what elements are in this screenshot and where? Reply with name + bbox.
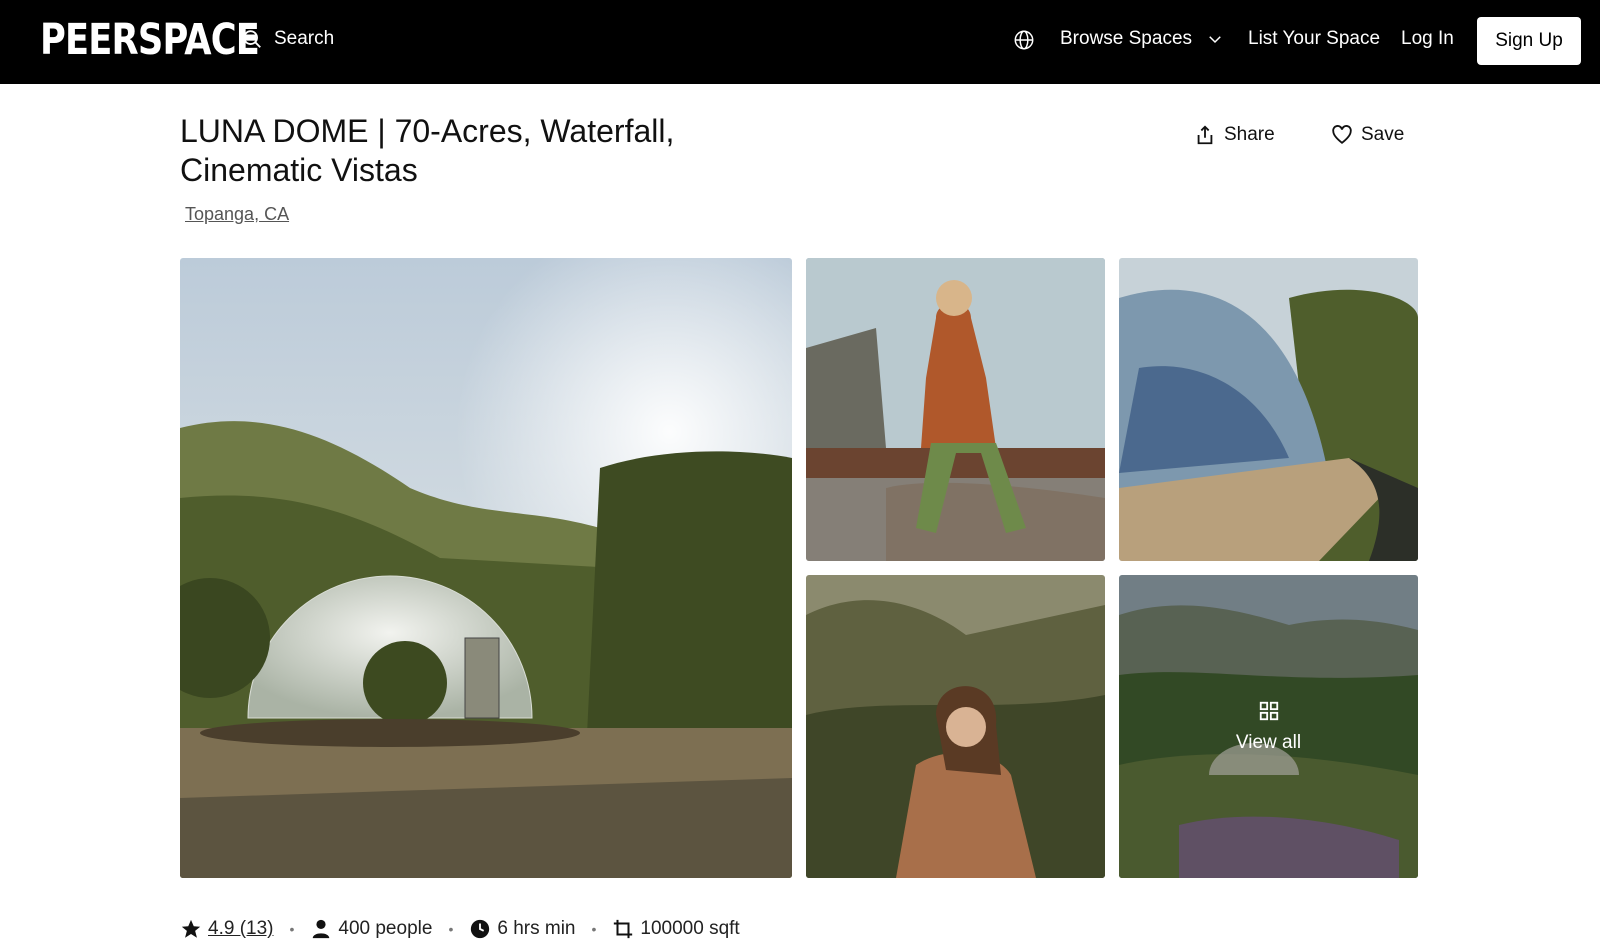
separator-dot: • (448, 921, 454, 937)
person-icon (313, 919, 330, 939)
peerspace-logo[interactable]: PEERSPACE (40, 16, 260, 64)
rating-link[interactable]: 4.9 (13) (208, 918, 273, 940)
separator-dot: • (289, 921, 295, 937)
photo-model-on-deck[interactable] (806, 258, 1105, 561)
signup-button[interactable]: Sign Up (1477, 17, 1581, 65)
login-link[interactable]: Log In (1401, 28, 1454, 50)
hours-stat: 6 hrs min (469, 918, 575, 940)
listing-stats-row: 4.9 (13) • 400 people • 6 hrs min • 1000… (180, 914, 740, 944)
crop-icon (614, 919, 633, 939)
search-icon (243, 30, 261, 48)
browse-spaces-dropdown[interactable]: Browse Spaces (1060, 28, 1224, 50)
chevron-down-icon (1209, 36, 1221, 44)
photo-main-dome[interactable] (180, 258, 792, 878)
area-value: 100000 sqft (640, 918, 740, 939)
list-your-space-link[interactable]: List Your Space (1248, 28, 1380, 50)
dome-hillside-image (180, 258, 792, 878)
globe-icon[interactable] (1013, 29, 1035, 51)
photo-valley-view-all[interactable]: View all (1119, 575, 1418, 878)
capacity-stat: 400 people (310, 918, 432, 940)
top-navbar: PEERSPACE Search Browse Spaces List Your… (0, 0, 1600, 84)
save-label: Save (1361, 124, 1405, 145)
view-all-overlay[interactable]: View all (1119, 575, 1418, 878)
heart-icon (1332, 125, 1352, 144)
share-icon (1197, 125, 1213, 145)
search-button[interactable]: Search (241, 24, 334, 54)
hours-value: 6 hrs min (497, 918, 576, 939)
location-link[interactable]: Topanga, CA (185, 204, 289, 225)
browse-spaces-label: Browse Spaces (1060, 28, 1193, 49)
share-label: Share (1224, 124, 1275, 145)
listing-title: LUNA DOME | 70-Acres, Waterfall, Cinemat… (180, 113, 675, 188)
share-button[interactable]: Share (1194, 124, 1275, 146)
star-icon (181, 919, 201, 938)
model-on-deck-image (806, 258, 1105, 561)
separator-dot: • (591, 921, 597, 937)
dome-deck-image (1119, 258, 1418, 561)
capacity-value: 400 people (338, 918, 433, 939)
area-stat: 100000 sqft (612, 918, 740, 940)
search-label: Search (274, 28, 335, 49)
clock-icon (471, 919, 490, 939)
grid-icon (1259, 701, 1278, 720)
woman-in-coat-image (806, 575, 1105, 878)
photo-woman-in-coat[interactable] (806, 575, 1105, 878)
rating-stat[interactable]: 4.9 (13) (180, 918, 273, 940)
view-all-label: View all (1235, 731, 1302, 753)
save-button[interactable]: Save (1331, 124, 1404, 146)
photo-dome-deck[interactable] (1119, 258, 1418, 561)
